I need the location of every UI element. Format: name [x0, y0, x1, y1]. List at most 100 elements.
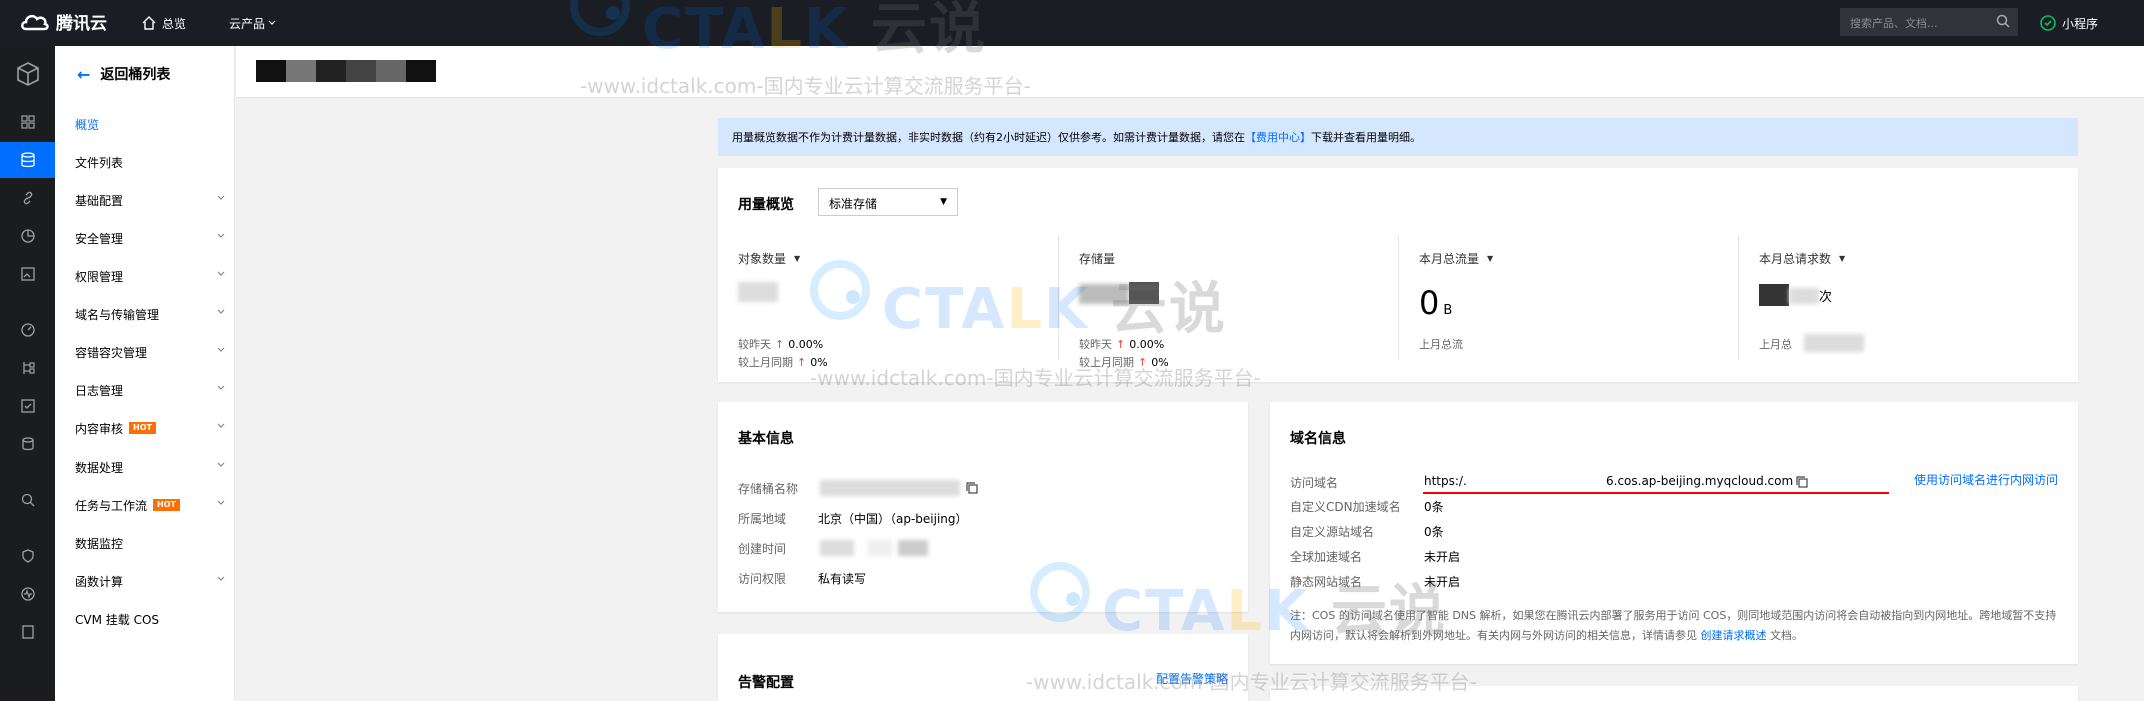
product-icon-rail — [0, 46, 55, 701]
basic-value: 私有读写 — [818, 572, 867, 586]
sidebar-item[interactable]: 容错容灾管理 — [75, 342, 225, 362]
rail-image[interactable] — [0, 256, 55, 292]
sidebar-item-label: 函数计算 — [75, 574, 124, 589]
sidebar-item[interactable]: CVM 挂载 COS — [75, 609, 225, 629]
sidebar-item[interactable]: 域名与传输管理 — [75, 304, 225, 324]
redacted-value — [868, 540, 892, 556]
rail-accelerate[interactable] — [0, 312, 55, 348]
chevron-down-icon — [217, 195, 225, 200]
copy-icon[interactable] — [966, 482, 978, 494]
redacted-value — [1079, 284, 1129, 304]
nav-products[interactable]: 云产品 — [229, 0, 276, 46]
arrow-left-icon: ← — [77, 64, 91, 84]
sidebar-item[interactable]: 基础配置 — [75, 190, 225, 210]
domain-value-suffix: 6.cos.ap-beijing.myqcloud.com — [1606, 474, 1794, 488]
configure-alarm-policy-link[interactable]: 配置告警策略 — [1156, 670, 1228, 687]
rail-link[interactable] — [0, 180, 55, 216]
chevron-down-icon — [217, 233, 225, 238]
arrow-up-icon: ↑ — [1138, 356, 1148, 369]
compare-last-month: 较上月同期 ↑ 0% — [1079, 354, 1169, 370]
request-overview-link[interactable]: 创建请求概述 — [1701, 629, 1767, 642]
notice-text-after: 下载并查看用量明细。 — [1311, 131, 1421, 144]
checkbox-icon — [20, 399, 35, 413]
alarm-config-title: 告警配置 — [738, 675, 794, 691]
metric-storage: 存储量 较昨天 ↑ 0.00% 较上月同期 ↑ 0% — [1058, 236, 1388, 369]
rail-product-home[interactable] — [0, 54, 55, 94]
basic-key: 创建时间 — [738, 542, 787, 556]
sidebar-item[interactable]: 数据监控 — [75, 533, 225, 553]
intranet-access-link[interactable]: 使用访问域名进行内网访问 — [1914, 471, 2058, 488]
rail-storage[interactable] — [0, 426, 55, 462]
sidebar-item[interactable]: 文件列表 — [75, 152, 225, 172]
metric-label[interactable]: 本月总流量 ▼ — [1419, 250, 1493, 267]
redacted-value — [898, 540, 928, 556]
rail-security[interactable] — [0, 538, 55, 574]
back-to-bucket-list-link[interactable]: ← 返回桶列表 — [77, 64, 170, 84]
mini-program-label: 小程序 — [2062, 16, 2099, 31]
rail-more[interactable] — [0, 614, 55, 650]
rail-monitor[interactable] — [0, 576, 55, 612]
brand-logo[interactable]: 腾讯云 — [20, 9, 107, 34]
pie-chart-icon — [20, 229, 35, 243]
hot-badge: HOT — [153, 499, 180, 511]
metric-requests-label: 本月总请求数 — [1759, 252, 1832, 266]
domain-note: 注：COS 的访问域名使用了智能 DNS 解析，如果您在腾讯云内部署了服务用于访… — [1290, 606, 2060, 646]
copy-icon[interactable] — [1796, 476, 1808, 488]
global-search-input[interactable]: 搜索产品、文档... — [1840, 8, 2018, 36]
bucket-sidebar: ← 返回桶列表 概览文件列表基础配置安全管理权限管理域名与传输管理容错容灾管理日… — [55, 46, 235, 701]
arrow-up-icon: ↑ — [1116, 338, 1126, 351]
domain-value: 0条 — [1424, 525, 1444, 539]
sidebar-item[interactable]: 任务与工作流 HOT — [75, 495, 225, 515]
sidebar-item-label: 内容审核 — [75, 421, 124, 436]
metric-storage-label: 存储量 — [1079, 252, 1116, 266]
domain-value: 0条 — [1424, 500, 1444, 514]
sidebar-item-label: 容错容灾管理 — [75, 345, 148, 360]
mini-program-icon — [2040, 15, 2056, 31]
sidebar-item[interactable]: 安全管理 — [75, 228, 225, 248]
rail-analytics[interactable] — [0, 218, 55, 254]
sidebar-item-label: 数据处理 — [75, 460, 124, 475]
metric-object-count-label: 对象数量 — [738, 252, 787, 266]
redacted-value — [738, 282, 778, 302]
pulse-icon — [20, 587, 35, 601]
shield-icon — [21, 549, 34, 563]
domain-key: 全球加速域名 — [1290, 550, 1363, 564]
billing-center-link[interactable]: 【费用中心】 — [1245, 131, 1311, 144]
sidebar-item[interactable]: 权限管理 — [75, 266, 225, 286]
rail-tasks[interactable] — [0, 388, 55, 424]
chevron-down-icon — [217, 309, 225, 314]
caret-down-icon: ▼ — [940, 197, 947, 207]
rail-topology[interactable] — [0, 350, 55, 386]
mini-program-button[interactable]: 小程序 — [2040, 0, 2098, 46]
search-icon[interactable] — [1996, 14, 2010, 28]
metric-label[interactable]: 本月总请求数 ▼ — [1759, 250, 1845, 267]
rail-search[interactable] — [0, 482, 55, 518]
storage-class-select[interactable]: 标准存储 ▼ — [818, 188, 958, 216]
sidebar-item[interactable]: 日志管理 — [75, 380, 225, 400]
sidebar-item[interactable]: 数据处理 — [75, 457, 225, 477]
file-icon — [21, 625, 34, 639]
metric-object-count: 对象数量 ▼ 较昨天 ↑ 0.00% 较上月同期 ↑ 0% — [718, 236, 1048, 369]
compare-label: 较昨天 — [738, 338, 771, 351]
compare-label: 较上月同期 — [1079, 356, 1134, 369]
caret-down-icon: ▼ — [1839, 254, 1846, 263]
compare-label: 较上月同期 — [738, 356, 793, 369]
sidebar-item-label: 数据监控 — [75, 536, 124, 551]
link-icon — [23, 191, 32, 205]
metric-traffic-label: 本月总流量 — [1419, 252, 1480, 266]
chevron-down-icon — [268, 20, 276, 25]
nav-overview[interactable]: 总览 — [142, 0, 186, 46]
metric-label[interactable]: 对象数量 ▼ — [738, 250, 800, 267]
sidebar-item[interactable]: 内容审核 HOT — [75, 418, 225, 438]
compare-yesterday: 较昨天 ↑ 0.00% — [738, 336, 823, 352]
usage-overview-title: 用量概览 — [738, 197, 794, 213]
rail-bucket-list[interactable] — [0, 142, 55, 178]
sidebar-item[interactable]: 概览 — [75, 114, 225, 134]
domain-key: 自定义源站域名 — [1290, 525, 1375, 539]
rail-dashboard[interactable] — [0, 104, 55, 140]
redacted-value — [1789, 288, 1819, 304]
basic-value: 北京（中国）（ap-beijing） — [818, 512, 968, 526]
sidebar-item[interactable]: 函数计算 — [75, 571, 225, 591]
chevron-down-icon — [217, 462, 225, 467]
basic-info-card: 基本信息 存储桶名称 所属地域 北京（中国）（ap-beijing） 创建时间 … — [718, 402, 1248, 612]
